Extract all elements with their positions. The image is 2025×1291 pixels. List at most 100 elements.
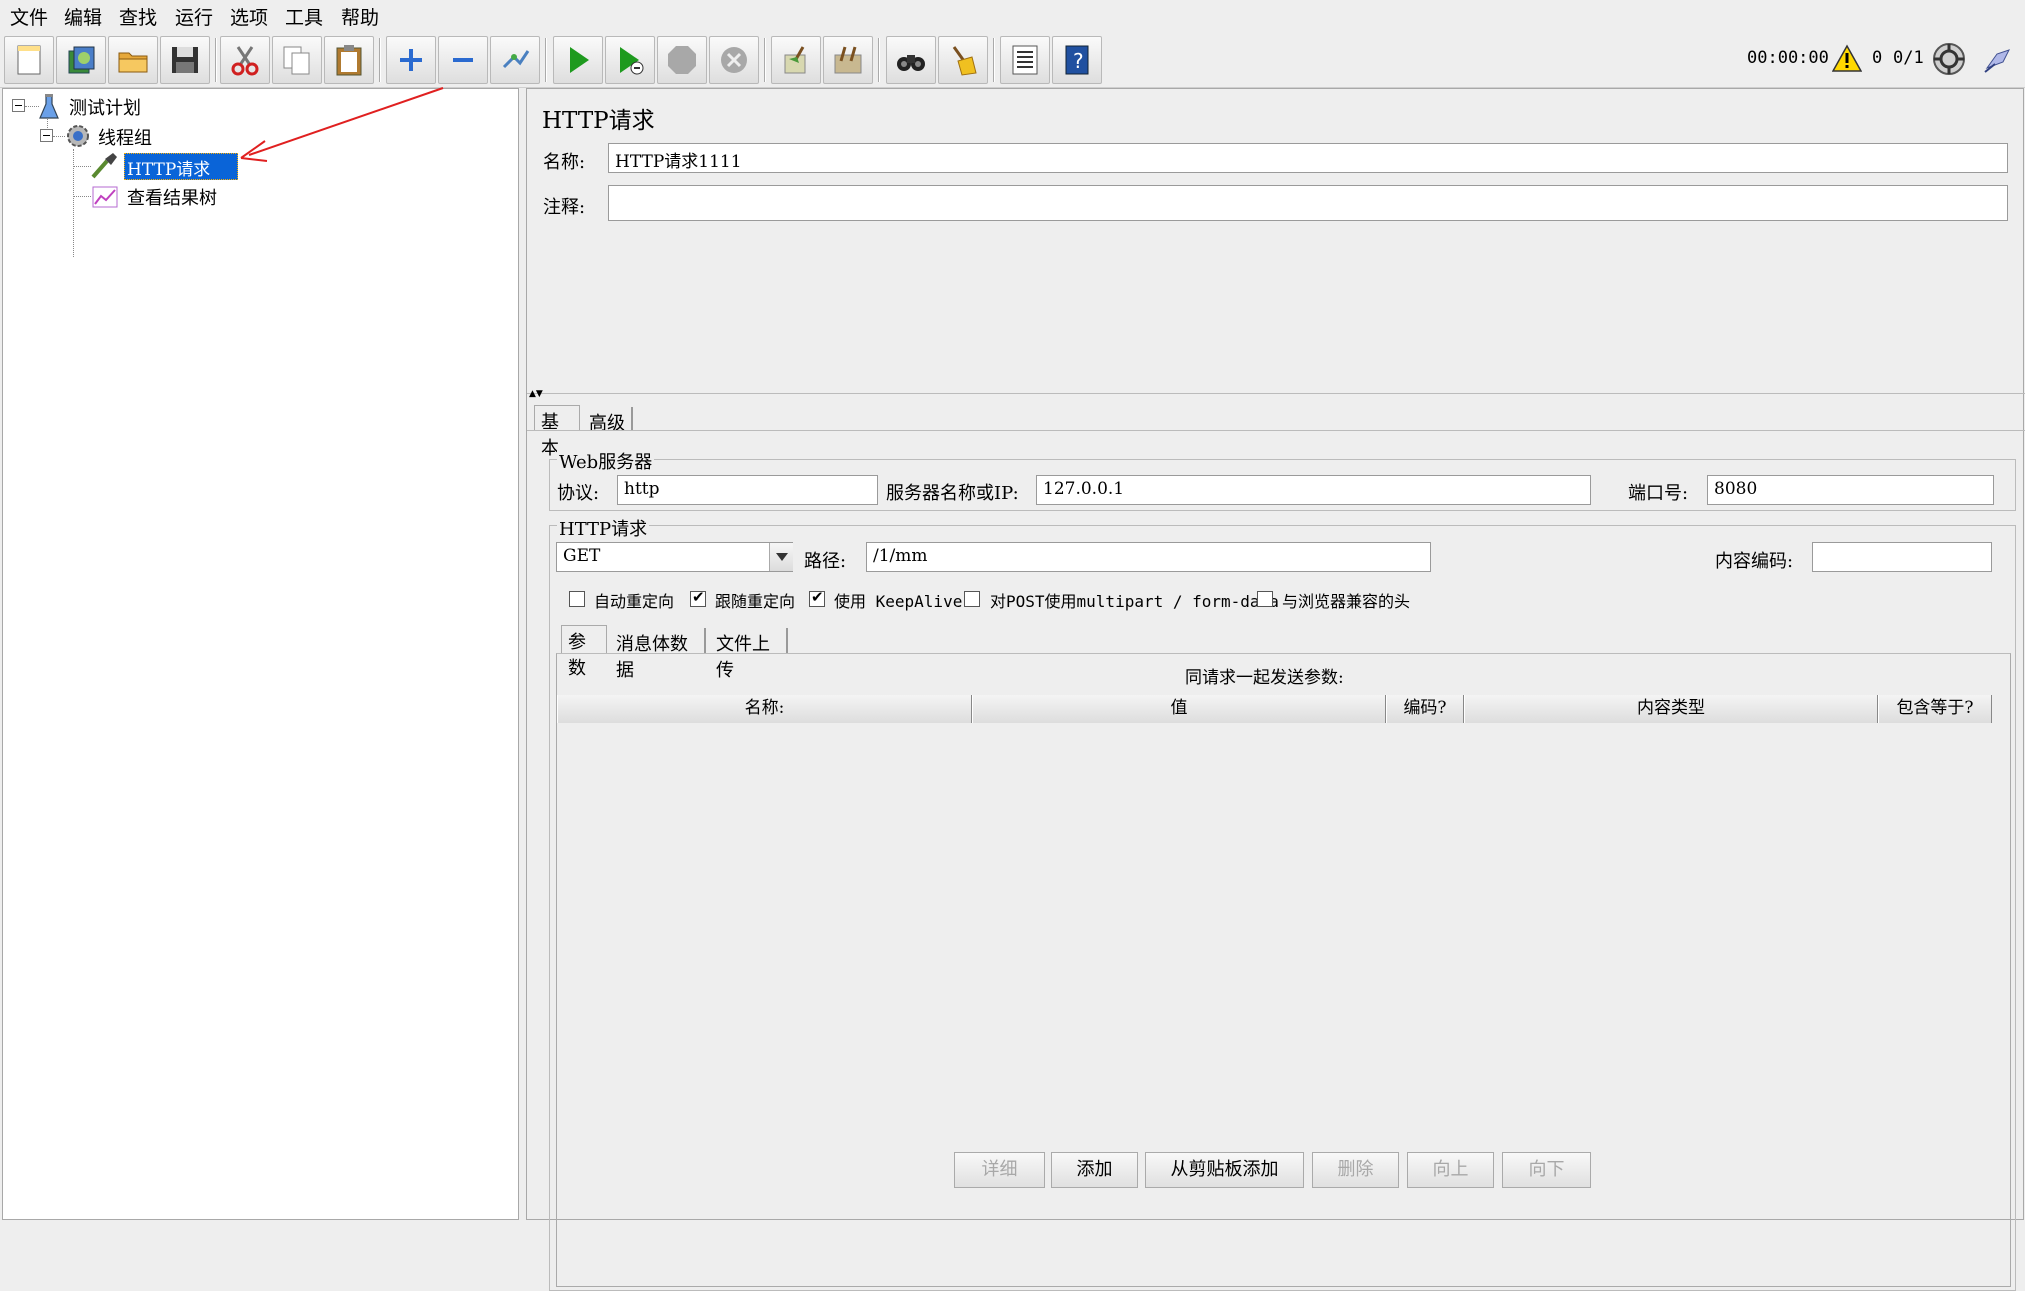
method-select[interactable]: GET: [556, 542, 793, 572]
logger-icon[interactable]: [1981, 42, 2015, 76]
expand-all-button[interactable]: [386, 36, 436, 84]
collapse-all-button[interactable]: [438, 36, 488, 84]
toolbar-separator: [764, 38, 766, 82]
splitter[interactable]: [527, 393, 2025, 396]
multipart-checkbox[interactable]: [964, 591, 980, 607]
tab-body-data[interactable]: 消息体数据: [610, 628, 706, 681]
annotation-arrow: [240, 87, 444, 162]
http-request-panel: HTTP请求 名称: HTTP请求1111 注释: ▲▼ 基本 高级 Web服务…: [526, 88, 2025, 1291]
port-label: 端口号:: [1628, 483, 1689, 504]
paste-button[interactable]: [324, 36, 374, 84]
test-plan-tree: 测试计划 线程组 HTTP请求1111 查看结果树: [2, 87, 519, 1220]
start-icon: [570, 47, 589, 73]
toggle-button[interactable]: [490, 36, 540, 84]
function-helper-button[interactable]: [1000, 36, 1050, 84]
method-dropdown-button[interactable]: [769, 543, 793, 571]
method-value: GET: [563, 546, 601, 566]
collapse-toggle[interactable]: [12, 99, 25, 112]
name-label: 名称:: [543, 152, 586, 173]
name-field[interactable]: HTTP请求1111: [608, 143, 2008, 173]
save-button[interactable]: [160, 36, 210, 84]
page-title: HTTP请求: [542, 108, 655, 134]
menu-run[interactable]: 运行: [175, 3, 213, 30]
add-from-clipboard-button[interactable]: 从剪贴板添加: [1145, 1152, 1304, 1188]
path-field[interactable]: /1/mm: [866, 542, 1431, 572]
tree-item-view-results-tree[interactable]: 查看结果树: [127, 184, 217, 210]
tab-advanced[interactable]: 高级: [583, 407, 633, 434]
port-field[interactable]: 8080: [1707, 475, 1994, 505]
toolbar-separator: [379, 38, 381, 82]
clear-button[interactable]: [771, 36, 821, 84]
clear-all-button[interactable]: [823, 36, 873, 84]
toolbar-separator: [215, 38, 217, 82]
comment-field[interactable]: [608, 185, 2008, 221]
remote-icon[interactable]: [1932, 42, 1966, 76]
menu-options[interactable]: 选项: [230, 3, 268, 30]
column-header-name[interactable]: 名称:: [557, 695, 972, 723]
delete-button[interactable]: 删除: [1312, 1152, 1399, 1188]
tab-files-upload[interactable]: 文件上传: [710, 628, 788, 681]
cut-button[interactable]: [220, 36, 270, 84]
help-book-icon: ?: [1065, 45, 1089, 75]
keepalive-checkbox[interactable]: [809, 588, 825, 607]
help-button[interactable]: ?: [1052, 36, 1102, 84]
column-header-encode[interactable]: 编码?: [1386, 695, 1464, 723]
search-button[interactable]: [886, 36, 936, 84]
broom-icon: [952, 46, 977, 76]
tab-basic[interactable]: 基本: [534, 405, 580, 459]
error-count: 0: [1872, 48, 1883, 68]
params-caption: 同请求一起发送参数:: [1185, 668, 1344, 688]
stop-icon: [668, 46, 696, 74]
add-button[interactable]: 添加: [1051, 1152, 1138, 1188]
menu-edit[interactable]: 编辑: [64, 3, 102, 30]
protocol-field[interactable]: http: [617, 475, 878, 505]
tab-parameters[interactable]: 参数: [561, 625, 607, 679]
move-up-button[interactable]: 向上: [1407, 1152, 1494, 1188]
menu-search[interactable]: 查找: [119, 3, 157, 30]
auto-redirect-checkbox[interactable]: [569, 591, 585, 607]
toolbar-separator: [878, 38, 880, 82]
browser-headers-checkbox[interactable]: [1257, 591, 1273, 607]
menu-tools[interactable]: 工具: [285, 3, 323, 30]
start-no-pauses-icon: [620, 47, 644, 75]
selected-tree-node[interactable]: HTTP请求1111: [124, 153, 238, 200]
menu-file[interactable]: 文件: [10, 3, 48, 30]
menu-bar: 文件 编辑 查找 运行 选项 工具 帮助: [0, 0, 2025, 32]
templates-icon: [68, 46, 95, 74]
templates-button[interactable]: [56, 36, 106, 84]
clear-icon: [784, 46, 806, 74]
tree-item-thread-group[interactable]: 线程组: [98, 124, 152, 150]
menu-help[interactable]: 帮助: [341, 3, 379, 30]
copy-button[interactable]: [272, 36, 322, 84]
start-button[interactable]: [553, 36, 603, 84]
column-header-value[interactable]: 值: [972, 695, 1386, 723]
svg-text:?: ?: [1073, 49, 1084, 73]
list-icon: [1012, 45, 1038, 75]
splitter-arrows[interactable]: ▲▼: [529, 389, 543, 399]
shutdown-button[interactable]: [709, 36, 759, 84]
toggle-icon: [502, 50, 530, 69]
detail-button[interactable]: 详细: [954, 1152, 1045, 1188]
content-encoding-field[interactable]: [1812, 542, 1992, 572]
column-header-include-equals[interactable]: 包含等于?: [1878, 695, 1992, 723]
clear-all-icon: [834, 46, 862, 74]
collapse-toggle[interactable]: [40, 129, 53, 142]
elapsed-timer: 00:00:00: [1747, 48, 1829, 68]
server-field[interactable]: 127.0.0.1: [1036, 475, 1591, 505]
stop-button[interactable]: [657, 36, 707, 84]
shutdown-icon: [721, 47, 747, 73]
auto-redirect-label: 自动重定向: [594, 592, 675, 611]
http-request-title: HTTP请求: [557, 515, 650, 541]
tree-item-test-plan[interactable]: 测试计划: [69, 94, 141, 120]
column-header-content-type[interactable]: 内容类型: [1464, 695, 1878, 723]
keepalive-label: 使用 KeepAlive: [834, 592, 963, 611]
follow-redirect-checkbox[interactable]: [690, 588, 706, 607]
start-no-pauses-button[interactable]: [605, 36, 655, 84]
move-down-button[interactable]: 向下: [1502, 1152, 1591, 1188]
open-button[interactable]: [108, 36, 158, 84]
warning-icon[interactable]: [1832, 44, 1862, 72]
params-table-header: 名称: 值 编码? 内容类型 包含等于?: [557, 695, 2009, 723]
new-button[interactable]: [4, 36, 54, 84]
reset-search-button[interactable]: [938, 36, 988, 84]
toolbar-separator: [993, 38, 995, 82]
